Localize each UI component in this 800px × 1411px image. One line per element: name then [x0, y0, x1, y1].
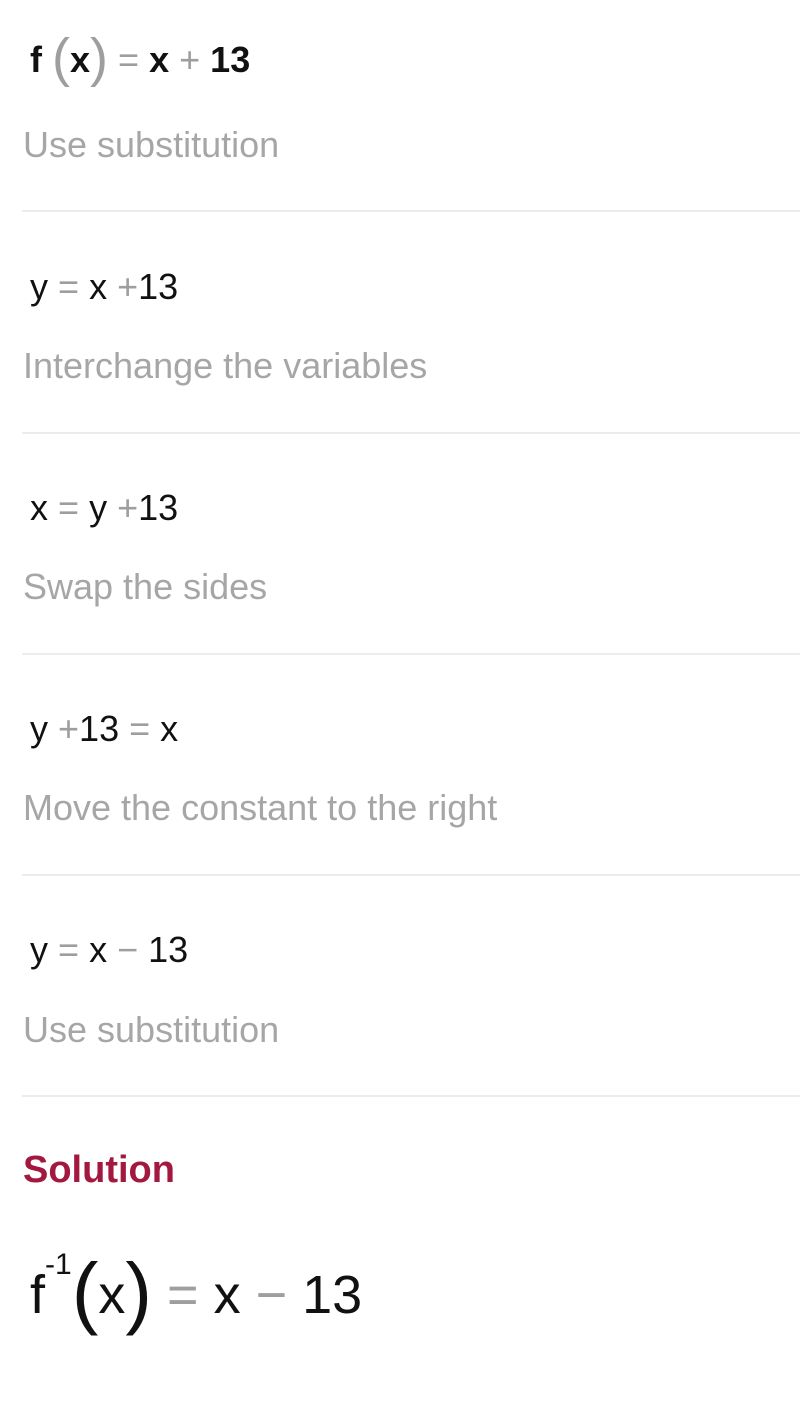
inverse-exponent: -1 — [45, 1248, 72, 1281]
equals-sign: = — [118, 39, 140, 80]
divider — [22, 874, 800, 876]
divider — [22, 210, 800, 212]
term: 13 — [138, 266, 179, 307]
term: y — [30, 708, 48, 749]
divider — [22, 653, 800, 655]
equals-sign: = — [129, 708, 151, 749]
term: x — [89, 266, 108, 307]
operator: + — [117, 487, 139, 528]
step-5-caption: Use substitution — [23, 1009, 280, 1050]
step-5-equation: y = x − 13 — [30, 930, 188, 970]
step-3-caption: Swap the sides — [23, 566, 268, 607]
term: 13 — [210, 39, 251, 80]
term: y — [30, 266, 48, 307]
term: 13 — [302, 1265, 363, 1325]
open-paren: ( — [71, 1247, 99, 1336]
term: y — [30, 929, 48, 970]
equals-sign: = — [167, 1265, 199, 1325]
operator: − — [117, 929, 139, 970]
close-paren: ) — [125, 1247, 152, 1336]
divider — [22, 1095, 800, 1097]
term: x — [89, 929, 108, 970]
equals-sign: = — [58, 929, 80, 970]
equals-sign: = — [58, 487, 80, 528]
term: 13 — [138, 487, 179, 528]
step-4-caption: Move the constant to the right — [23, 787, 498, 828]
open-paren: ( — [52, 28, 70, 88]
term: x — [160, 708, 179, 749]
term: x — [213, 1265, 241, 1325]
step-2-equation: y = x +13 — [30, 267, 178, 307]
equals-sign: = — [58, 266, 80, 307]
term: y — [89, 487, 108, 528]
operator: − — [255, 1265, 288, 1325]
solution-equation: f-1(x) = x − 13 — [30, 1248, 363, 1332]
function-name: f — [30, 1265, 46, 1325]
solution-heading: Solution — [23, 1149, 175, 1191]
step-4-equation: y +13 = x — [30, 709, 178, 749]
operator: + — [58, 708, 80, 749]
function-arg: x — [98, 1265, 126, 1325]
step-1-caption: Use substitution — [23, 124, 280, 165]
operator: + — [117, 266, 139, 307]
divider — [22, 432, 800, 434]
step-2-caption: Interchange the variables — [23, 345, 428, 386]
term: 13 — [148, 929, 189, 970]
step-3-equation: x = y +13 — [30, 488, 178, 528]
term: x — [30, 487, 48, 528]
function-arg: x — [70, 39, 91, 80]
close-paren: ) — [90, 28, 109, 88]
step-1-equation: f (x) = x + 13 — [30, 31, 251, 85]
operator: + — [179, 39, 201, 80]
term: x — [149, 39, 170, 80]
term: 13 — [79, 708, 120, 749]
function-name: f — [30, 39, 42, 80]
